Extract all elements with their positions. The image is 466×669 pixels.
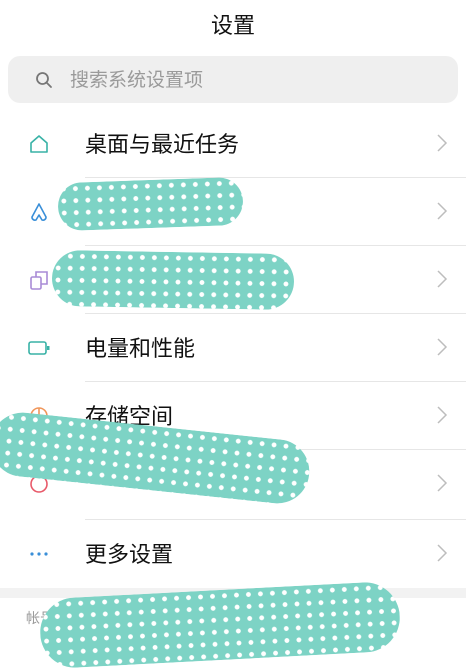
chevron-right-icon [437,270,448,288]
chevron-right-icon [437,406,448,424]
redaction-overlay [51,249,295,311]
redaction-overlay [57,176,244,232]
settings-item-label: 更多设置 [85,543,174,568]
chevron-right-icon [437,474,448,492]
more-dots-icon [26,541,52,567]
chevron-right-icon [437,338,448,356]
search-bar[interactable] [8,56,458,103]
settings-item-more-settings[interactable]: 更多设置 [0,519,466,587]
search-input[interactable] [68,67,432,92]
people-icon [26,199,52,225]
chevron-right-icon [437,134,448,152]
settings-item-desktop-recent-tasks[interactable]: 桌面与最近任务 [0,109,466,177]
settings-item-label: 桌面与最近任务 [85,133,240,158]
settings-item-label: 电量和性能 [85,337,196,362]
copy-icon [26,267,52,293]
page-title: 设置 [210,14,255,39]
chevron-right-icon [437,202,448,220]
search-icon [34,70,54,90]
settings-item-battery-performance[interactable]: 电量和性能 [0,313,466,381]
battery-icon [26,335,52,361]
home-icon [26,131,52,157]
chevron-right-icon [437,544,448,562]
